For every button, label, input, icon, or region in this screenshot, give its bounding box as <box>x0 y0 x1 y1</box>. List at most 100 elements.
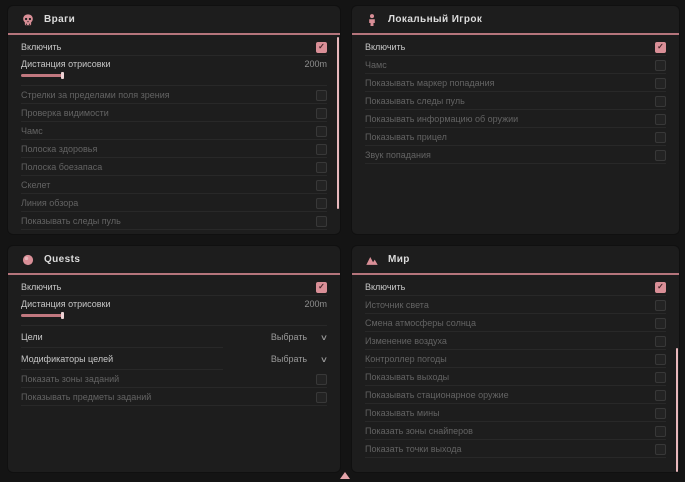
row-slider[interactable]: Дистанция отрисовки200m <box>21 296 327 326</box>
row-checkbox[interactable]: Звук попадания <box>365 146 666 164</box>
row-checkbox[interactable]: Показывать информацию об оружии <box>365 110 666 128</box>
row-checkbox[interactable]: Показывать прицел <box>365 128 666 146</box>
row-checkbox[interactable]: Включить✓ <box>365 38 666 56</box>
row-checkbox[interactable]: Показывать мины <box>365 404 666 422</box>
row-label: Цели <box>21 332 43 342</box>
row-checkbox[interactable]: Стрелки за пределами поля зрения <box>21 86 327 104</box>
scrollbar-thumb[interactable] <box>676 348 678 472</box>
row-checkbox[interactable]: Показывать предметы заданий <box>21 388 327 406</box>
checkbox[interactable] <box>316 144 327 155</box>
row-label: Показывать мины <box>365 408 440 418</box>
slider-handle[interactable] <box>61 312 64 319</box>
row-checkbox[interactable]: Показать зоны снайперов <box>365 422 666 440</box>
panel-rows: Включить✓Дистанция отрисовки200mСтрелки … <box>8 35 340 230</box>
row-checkbox[interactable]: Включить✓ <box>21 38 327 56</box>
checkbox[interactable] <box>316 392 327 403</box>
dropdown-value: Выбрать <box>271 332 307 342</box>
checkbox[interactable] <box>316 162 327 173</box>
row-checkbox[interactable]: Показывать стационарное оружие <box>365 386 666 404</box>
row-label: Показывать выходы <box>365 372 449 382</box>
skull-icon <box>21 13 35 27</box>
row-label: Проверка видимости <box>21 108 109 118</box>
checkbox[interactable] <box>655 354 666 365</box>
row-label: Показывать прицел <box>365 132 447 142</box>
panel-title: Мир <box>388 254 410 265</box>
checkbox[interactable] <box>655 150 666 161</box>
chevron-down-icon: ∨ <box>320 333 328 342</box>
checkbox[interactable]: ✓ <box>655 42 666 53</box>
row-select[interactable]: Цели Выбрать ∨ <box>21 326 327 348</box>
row-checkbox[interactable]: Включить✓ <box>21 278 327 296</box>
row-checkbox[interactable]: Источник света <box>365 296 666 314</box>
row-label: Звук попадания <box>365 150 431 160</box>
checkbox[interactable] <box>655 78 666 89</box>
checkbox[interactable]: ✓ <box>655 282 666 293</box>
row-checkbox[interactable]: Полоска боезапаса <box>21 158 327 176</box>
row-checkbox[interactable]: Показывать следы пуль <box>365 92 666 110</box>
checkbox[interactable] <box>655 114 666 125</box>
checkbox[interactable] <box>655 390 666 401</box>
slider-handle[interactable] <box>61 72 64 79</box>
row-label: Линия обзора <box>21 198 78 208</box>
row-checkbox[interactable]: Показывать маркер попадания <box>365 74 666 92</box>
row-label: Скелет <box>21 180 50 190</box>
panel-world: Мир Включить✓Источник светаСмена атмосфер… <box>352 246 679 472</box>
row-label: Полоска боезапаса <box>21 162 102 172</box>
row-label: Показывать стационарное оружие <box>365 390 509 400</box>
checkbox[interactable] <box>655 318 666 329</box>
checkbox[interactable] <box>655 426 666 437</box>
mountains-icon <box>365 253 379 267</box>
checkbox[interactable] <box>655 372 666 383</box>
row-checkbox[interactable]: Линия обзора <box>21 194 327 212</box>
row-checkbox[interactable]: Показать зоны заданий <box>21 370 327 388</box>
row-label: Показывать информацию об оружии <box>365 114 518 124</box>
checkbox[interactable] <box>316 126 327 137</box>
row-checkbox[interactable]: Изменение воздуха <box>365 332 666 350</box>
panel-title: Враги <box>44 14 75 25</box>
row-select[interactable]: Модификаторы целей Выбрать∨ <box>21 348 327 370</box>
slider-fill <box>21 74 63 77</box>
checkbox[interactable] <box>316 374 327 385</box>
row-checkbox[interactable]: Чамс <box>21 122 327 140</box>
slider[interactable] <box>21 71 327 79</box>
checkbox[interactable] <box>655 408 666 419</box>
checkbox[interactable] <box>316 198 327 209</box>
checkbox[interactable] <box>316 180 327 191</box>
checkbox[interactable] <box>316 108 327 119</box>
row-checkbox[interactable]: Чамс <box>365 56 666 74</box>
scrollbar-thumb[interactable] <box>337 37 339 209</box>
checkbox[interactable] <box>316 90 327 101</box>
dropdown[interactable]: Выбрать∨ <box>271 354 327 364</box>
panel-title: Quests <box>44 254 80 265</box>
row-checkbox[interactable]: Показывать выходы <box>365 368 666 386</box>
row-label: Показать точки выхода <box>365 444 461 454</box>
dropdown[interactable]: Выбрать ∨ <box>271 332 327 342</box>
checkbox[interactable] <box>655 96 666 107</box>
quest-orb-icon <box>21 253 35 267</box>
checkbox[interactable] <box>655 60 666 71</box>
row-checkbox[interactable]: Показать точки выхода <box>365 440 666 458</box>
slider-value: 200m <box>304 59 327 69</box>
slider[interactable] <box>21 311 327 319</box>
dropdown-value: Выбрать <box>271 354 307 364</box>
checkbox[interactable] <box>655 300 666 311</box>
row-label: Модификаторы целей <box>21 354 113 364</box>
checkbox[interactable]: ✓ <box>316 42 327 53</box>
row-checkbox[interactable]: Включить✓ <box>365 278 666 296</box>
panel-header: Quests <box>8 246 340 275</box>
checkbox[interactable] <box>655 444 666 455</box>
checkbox[interactable] <box>655 132 666 143</box>
row-label: Чамс <box>21 126 43 136</box>
row-checkbox[interactable]: Смена атмосферы солнца <box>365 314 666 332</box>
checkbox[interactable] <box>655 336 666 347</box>
checkbox[interactable] <box>316 216 327 227</box>
row-slider[interactable]: Дистанция отрисовки200m <box>21 56 327 86</box>
row-checkbox[interactable]: Скелет <box>21 176 327 194</box>
row-checkbox[interactable]: Показывать следы пуль <box>21 212 327 230</box>
panel-local-player: Локальный ИгрокВключить✓ЧамсПоказывать м… <box>352 6 679 234</box>
row-checkbox[interactable]: Полоска здоровья <box>21 140 327 158</box>
row-checkbox[interactable]: Контроллер погоды <box>365 350 666 368</box>
checkbox[interactable]: ✓ <box>316 282 327 293</box>
row-checkbox[interactable]: Проверка видимости <box>21 104 327 122</box>
row-label: Чамс <box>365 60 387 70</box>
